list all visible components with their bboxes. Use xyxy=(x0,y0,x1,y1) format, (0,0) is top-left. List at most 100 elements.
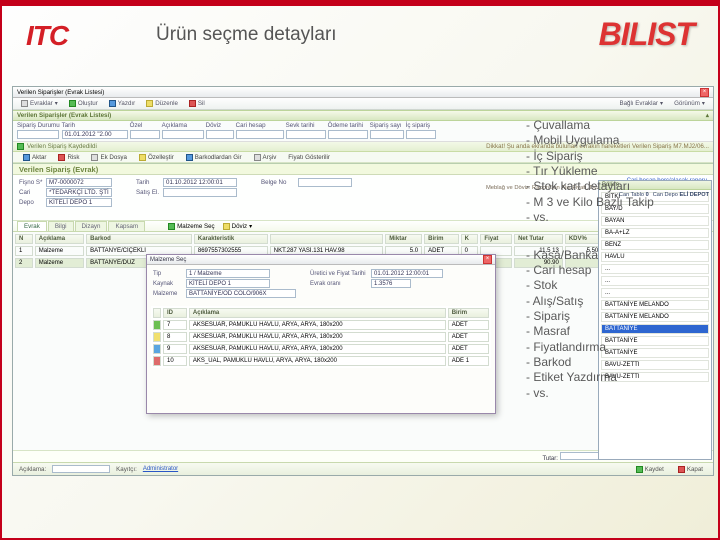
sil-button[interactable]: Sil xyxy=(185,99,209,108)
barcode-icon xyxy=(186,154,193,161)
uretici-input[interactable]: 01.01.2012 12:00:01 xyxy=(371,269,443,278)
malzeme-sec-button[interactable]: Malzeme Seç xyxy=(164,222,218,231)
barcode-entry-button[interactable]: Barkodlardan Gir xyxy=(182,153,246,162)
doviz-button[interactable]: Döviz ▾ xyxy=(219,222,257,231)
table-row[interactable]: 9AKSESUAR, PAMUKLU HAVLU, ARYA, ARYA, 18… xyxy=(153,344,489,354)
archive-button[interactable]: Arşiv xyxy=(250,153,281,162)
field-label: Evrak oranı xyxy=(310,281,368,287)
print-icon xyxy=(109,100,116,107)
field-label: Tarih xyxy=(136,179,160,186)
col-header[interactable]: Birim xyxy=(424,234,459,244)
feature-item: - Stok kart detayları xyxy=(526,179,710,194)
col-header[interactable]: Açıklama xyxy=(35,234,84,244)
col-header[interactable]: Miktar xyxy=(385,234,422,244)
customize-button[interactable]: Özelleştir xyxy=(135,153,178,162)
field-label: Fişno S* xyxy=(19,179,43,186)
save-icon xyxy=(636,466,643,473)
field-label: Cari xyxy=(19,189,43,196)
dialog-titlebar: Malzeme Seç × xyxy=(147,255,495,265)
close-button[interactable]: Kapat xyxy=(674,465,707,474)
tab-bilgi[interactable]: Bilgi xyxy=(48,221,74,231)
window-title: Verilen Siparişler (Evrak Listesi) xyxy=(17,89,104,96)
currency-filter[interactable] xyxy=(206,130,234,139)
col-header[interactable]: N xyxy=(15,234,33,244)
feature-item: - Barkod xyxy=(526,355,710,370)
customize-icon xyxy=(139,154,146,161)
feature-item: - Sipariş xyxy=(526,309,710,324)
cari-input[interactable]: *TEDARKÇİ LTD. ŞTİ xyxy=(46,188,112,197)
feature-item: - Tır Yükleme xyxy=(526,164,710,179)
tab-evrak[interactable]: Evrak xyxy=(17,221,47,231)
status-filter[interactable] xyxy=(17,130,59,139)
feature-item: - Kasa/Banka xyxy=(526,248,710,263)
filter-label: Sipariş sayı xyxy=(370,122,404,129)
field-label: Belge No xyxy=(261,179,295,186)
filter-label: Ödeme tarihi xyxy=(328,122,368,129)
tab-dizayn[interactable]: Dizayn xyxy=(75,221,108,231)
field-label: Tip xyxy=(153,271,183,277)
feature-item: - Mobil Uygulama xyxy=(526,133,710,148)
feature-item: - Alış/Satış xyxy=(526,294,710,309)
count-filter[interactable] xyxy=(370,130,404,139)
aktar-button[interactable]: Aktar xyxy=(19,153,50,162)
account-filter[interactable] xyxy=(236,130,284,139)
kaynak-input[interactable]: KİTELİ DEPO 1 xyxy=(186,279,270,288)
desc-filter[interactable] xyxy=(162,130,204,139)
admin-link[interactable]: Administrator xyxy=(143,466,178,472)
risk-button[interactable]: Risk xyxy=(54,153,83,162)
col-header[interactable]: K xyxy=(461,234,479,244)
field-label: Kaynak xyxy=(153,281,183,287)
satisel-input[interactable] xyxy=(163,188,237,197)
feature-overlay: - Çuvallama- Mobil Uygulama- İç Sipariş-… xyxy=(526,118,710,401)
olustur-button[interactable]: Oluştur xyxy=(65,99,102,108)
date-filter[interactable]: 01.01.2012 "2.00 xyxy=(62,130,128,139)
malzeme-input[interactable]: BATTANİYE/OD COLO/906X xyxy=(186,289,296,298)
yazdir-button[interactable]: Yazdır xyxy=(105,99,139,108)
col-header[interactable]: Barkod xyxy=(86,234,192,244)
belgeno-input[interactable] xyxy=(298,178,352,187)
price-toggle[interactable]: Fiyatı Gösterilir xyxy=(284,153,334,162)
filter-label: Özel xyxy=(130,122,160,129)
tab-kapsam[interactable]: Kapsam xyxy=(108,221,145,231)
tip-input[interactable]: 1 / Malzeme xyxy=(186,269,270,278)
ozel-filter[interactable] xyxy=(130,130,160,139)
col-header[interactable]: Fiyat xyxy=(480,234,512,244)
ship-date-filter[interactable] xyxy=(286,130,326,139)
evraklar-button[interactable]: Evraklar ▾ xyxy=(17,99,62,108)
tarih-input[interactable]: 01.10.2012 12:00:01 xyxy=(163,178,237,187)
currency-icon xyxy=(223,223,230,230)
evrak-input[interactable]: 1.3576 xyxy=(371,279,411,288)
status-desc-input[interactable] xyxy=(52,465,110,473)
statusbar: Açıklama: Kayıtçı: Administrator Kaydet … xyxy=(13,462,713,475)
field-label: Malzeme xyxy=(153,291,183,297)
risk-icon xyxy=(58,154,65,161)
dialog-close-icon[interactable]: × xyxy=(483,255,492,264)
feature-item: - Etiket Yazdırma xyxy=(526,370,710,385)
depo-input[interactable]: KİTELİ DEPO 1 xyxy=(46,198,112,207)
col-header[interactable] xyxy=(270,234,383,244)
feature-item: - Masraf xyxy=(526,324,710,339)
filter-label: Döviz xyxy=(206,122,234,129)
status-label: Açıklama: xyxy=(19,466,46,473)
bagli-evraklar-button[interactable]: Bağlı Evraklar ▾ xyxy=(615,99,667,108)
filter-label: Sevk tarihi xyxy=(286,122,326,129)
table-row[interactable]: 7AKSESUAR, PAMUKLU HAVLU, ARYA, ARYA, 18… xyxy=(153,320,489,330)
feature-item: - Fiyatlandırma xyxy=(526,340,710,355)
filter-label: Açıklama xyxy=(162,122,204,129)
new-icon xyxy=(69,100,76,107)
table-row[interactable]: 8AKSESUAR, PAMUKLU HAVLU, ARYA, ARYA, 18… xyxy=(153,332,489,342)
duzenle-button[interactable]: Düzenle xyxy=(142,99,182,108)
edit-icon xyxy=(146,100,153,107)
field-label: Depo xyxy=(19,199,43,206)
col-header[interactable]: Karakteristik xyxy=(194,234,268,244)
delete-icon xyxy=(189,100,196,107)
table-row[interactable]: 10AKS_UAL, PAMUKLU HAVLU, ARYA, ARYA, 18… xyxy=(153,356,489,366)
attach-button[interactable]: Ek Dosya xyxy=(87,153,130,162)
close-icon[interactable]: × xyxy=(700,88,709,97)
feature-item: - Çuvallama xyxy=(526,118,710,133)
gorunum-button[interactable]: Görünüm ▾ xyxy=(670,99,709,108)
fisno-input[interactable]: M7-0000072 xyxy=(46,178,112,187)
pay-date-filter[interactable] xyxy=(328,130,368,139)
save-button[interactable]: Kaydet xyxy=(632,465,668,474)
internal-filter[interactable] xyxy=(406,130,436,139)
